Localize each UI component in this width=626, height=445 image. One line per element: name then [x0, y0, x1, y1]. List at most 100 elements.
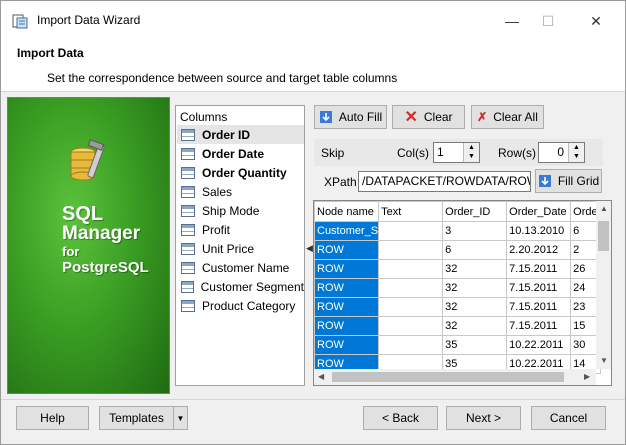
rows-value: 0 — [557, 145, 564, 159]
grid-cell[interactable]: ROW — [314, 278, 380, 298]
auto-fill-button[interactable]: Auto Fill — [314, 105, 387, 129]
sql-manager-logo-icon — [70, 139, 105, 181]
column-item-label: Ship Mode — [202, 203, 260, 218]
column-item-order-date[interactable]: Order Date — [177, 144, 304, 163]
column-item-profit[interactable]: Profit — [177, 220, 304, 239]
cols-spinner[interactable]: 1 ▲ ▼ — [433, 142, 480, 163]
grid-cell[interactable]: 7.15.2011 — [506, 278, 572, 298]
grid-cell[interactable]: 7.15.2011 — [506, 259, 572, 279]
grid-vertical-scrollbar[interactable]: ▲ ▼ — [596, 201, 611, 369]
grid-cell[interactable] — [378, 240, 444, 260]
grid-cell[interactable] — [378, 278, 444, 298]
preview-grid[interactable]: Node name Text Order_ID Order_Date Orde … — [313, 200, 612, 386]
table-row[interactable]: ROW 32 7.15.2011 15 — [314, 316, 602, 336]
maximize-button[interactable]: ☐ — [533, 9, 563, 33]
spinner-arrows-icon[interactable]: ▲ ▼ — [463, 143, 479, 162]
grid-cell[interactable]: 3 — [442, 221, 508, 241]
vertical-scroll-thumb[interactable] — [598, 221, 609, 251]
panel-splitter[interactable]: ◀ — [305, 231, 313, 291]
grid-header-text[interactable]: Text — [378, 201, 444, 222]
table-row[interactable]: ROW 32 7.15.2011 26 — [314, 259, 602, 279]
scroll-down-icon[interactable]: ▼ — [600, 356, 608, 365]
column-item-customer-segment[interactable]: Customer Segment — [177, 277, 304, 296]
grid-cell[interactable]: ROW — [314, 297, 380, 317]
clear-button[interactable]: ✕ Clear — [392, 105, 465, 129]
next-button[interactable]: Next > — [446, 406, 521, 430]
grid-cell[interactable] — [378, 221, 444, 241]
fill-grid-label: Fill Grid — [557, 174, 600, 188]
grid-cell[interactable] — [378, 335, 444, 355]
minimize-button[interactable]: — — [497, 9, 527, 33]
column-item-order-id[interactable]: Order ID — [177, 125, 304, 144]
grid-header-row: Node name Text Order_ID Order_Date Orde — [314, 201, 602, 222]
grid-cell[interactable]: 32 — [442, 297, 508, 317]
column-item-sales[interactable]: Sales — [177, 182, 304, 201]
clear-all-icon: ✗ — [477, 110, 488, 124]
collapse-left-icon[interactable]: ◀ — [306, 243, 313, 254]
column-item-ship-mode[interactable]: Ship Mode — [177, 201, 304, 220]
grid-cell[interactable]: Customer_S — [314, 221, 380, 241]
grid-cell[interactable]: ROW — [314, 316, 380, 336]
grid-cell[interactable]: ROW — [314, 335, 380, 355]
column-item-product-category[interactable]: Product Category — [177, 296, 304, 315]
table-row[interactable]: ROW 32 7.15.2011 24 — [314, 278, 602, 298]
table-column-icon — [181, 280, 194, 293]
templates-label: Templates — [109, 411, 164, 425]
horizontal-scroll-thumb[interactable] — [332, 372, 564, 382]
grid-cell[interactable]: 10.22.2011 — [506, 335, 572, 355]
step-title: Import Data — [17, 46, 84, 60]
window-title: Import Data Wizard — [37, 13, 141, 27]
grid-header-order-id[interactable]: Order_ID — [442, 201, 508, 222]
grid-header-order-date[interactable]: Order_Date — [506, 201, 572, 222]
cancel-label: Cancel — [549, 411, 588, 425]
grid-cell[interactable]: ROW — [314, 259, 380, 279]
grid-cell[interactable]: 35 — [442, 335, 508, 355]
cancel-button[interactable]: Cancel — [531, 406, 606, 430]
table-row[interactable]: ROW 35 10.22.2011 30 — [314, 335, 602, 355]
table-column-icon — [181, 128, 195, 141]
table-column-icon — [181, 204, 195, 217]
grid-cell[interactable]: 2.20.2012 — [506, 240, 572, 260]
table-row[interactable]: Customer_S 3 10.13.2010 6 — [314, 221, 602, 241]
scroll-left-icon[interactable]: ◀ — [318, 372, 324, 381]
xpath-label: XPath — [324, 175, 357, 189]
grid-cell[interactable]: 32 — [442, 259, 508, 279]
column-item-label: Profit — [202, 222, 231, 237]
column-item-order-quantity[interactable]: Order Quantity — [177, 163, 304, 182]
grid-cell[interactable] — [378, 316, 444, 336]
back-button[interactable]: < Back — [363, 406, 438, 430]
templates-dropdown-button[interactable]: ▼ — [173, 406, 188, 430]
grid-cell[interactable]: 32 — [442, 316, 508, 336]
fill-grid-button[interactable]: Fill Grid — [535, 169, 602, 193]
table-column-icon — [181, 242, 195, 255]
spinner-arrows-icon[interactable]: ▲ ▼ — [568, 143, 584, 162]
grid-cell[interactable]: 10.13.2010 — [506, 221, 572, 241]
cols-label: Col(s) — [397, 146, 429, 160]
rows-spinner[interactable]: 0 ▲ ▼ — [538, 142, 585, 163]
column-item-customer-name[interactable]: Customer Name — [177, 258, 304, 277]
grid-cell[interactable] — [378, 297, 444, 317]
templates-button[interactable]: Templates — [99, 406, 174, 430]
grid-horizontal-scrollbar[interactable]: ◀ ▶ — [314, 369, 596, 385]
column-item-unit-price[interactable]: Unit Price — [177, 239, 304, 258]
import-data-wizard-window: Import Data Wizard — ☐ ✕ Import Data Set… — [0, 0, 626, 445]
grid-header-node-name[interactable]: Node name — [314, 201, 380, 222]
scroll-right-icon[interactable]: ▶ — [584, 372, 590, 381]
xpath-input[interactable]: /DATAPACKET/ROWDATA/ROW/ — [358, 171, 531, 192]
column-item-label: Product Category — [202, 298, 296, 313]
grid-cell[interactable]: 6 — [442, 240, 508, 260]
scroll-up-icon[interactable]: ▲ — [600, 204, 608, 213]
help-button[interactable]: Help — [16, 406, 89, 430]
product-name: SQL Manager for PostgreSQL — [62, 204, 149, 276]
grid-cell[interactable]: 7.15.2011 — [506, 316, 572, 336]
clear-all-button[interactable]: ✗ Clear All — [471, 105, 544, 129]
column-item-label: Order ID — [202, 127, 251, 142]
table-row[interactable]: ROW 6 2.20.2012 2 — [314, 240, 602, 260]
grid-cell[interactable]: 7.15.2011 — [506, 297, 572, 317]
columns-list[interactable]: Columns Order ID Order Date Order Quanti… — [175, 105, 305, 386]
grid-cell[interactable]: ROW — [314, 240, 380, 260]
table-row[interactable]: ROW 32 7.15.2011 23 — [314, 297, 602, 317]
grid-cell[interactable]: 32 — [442, 278, 508, 298]
close-button[interactable]: ✕ — [581, 9, 611, 33]
grid-cell[interactable] — [378, 259, 444, 279]
